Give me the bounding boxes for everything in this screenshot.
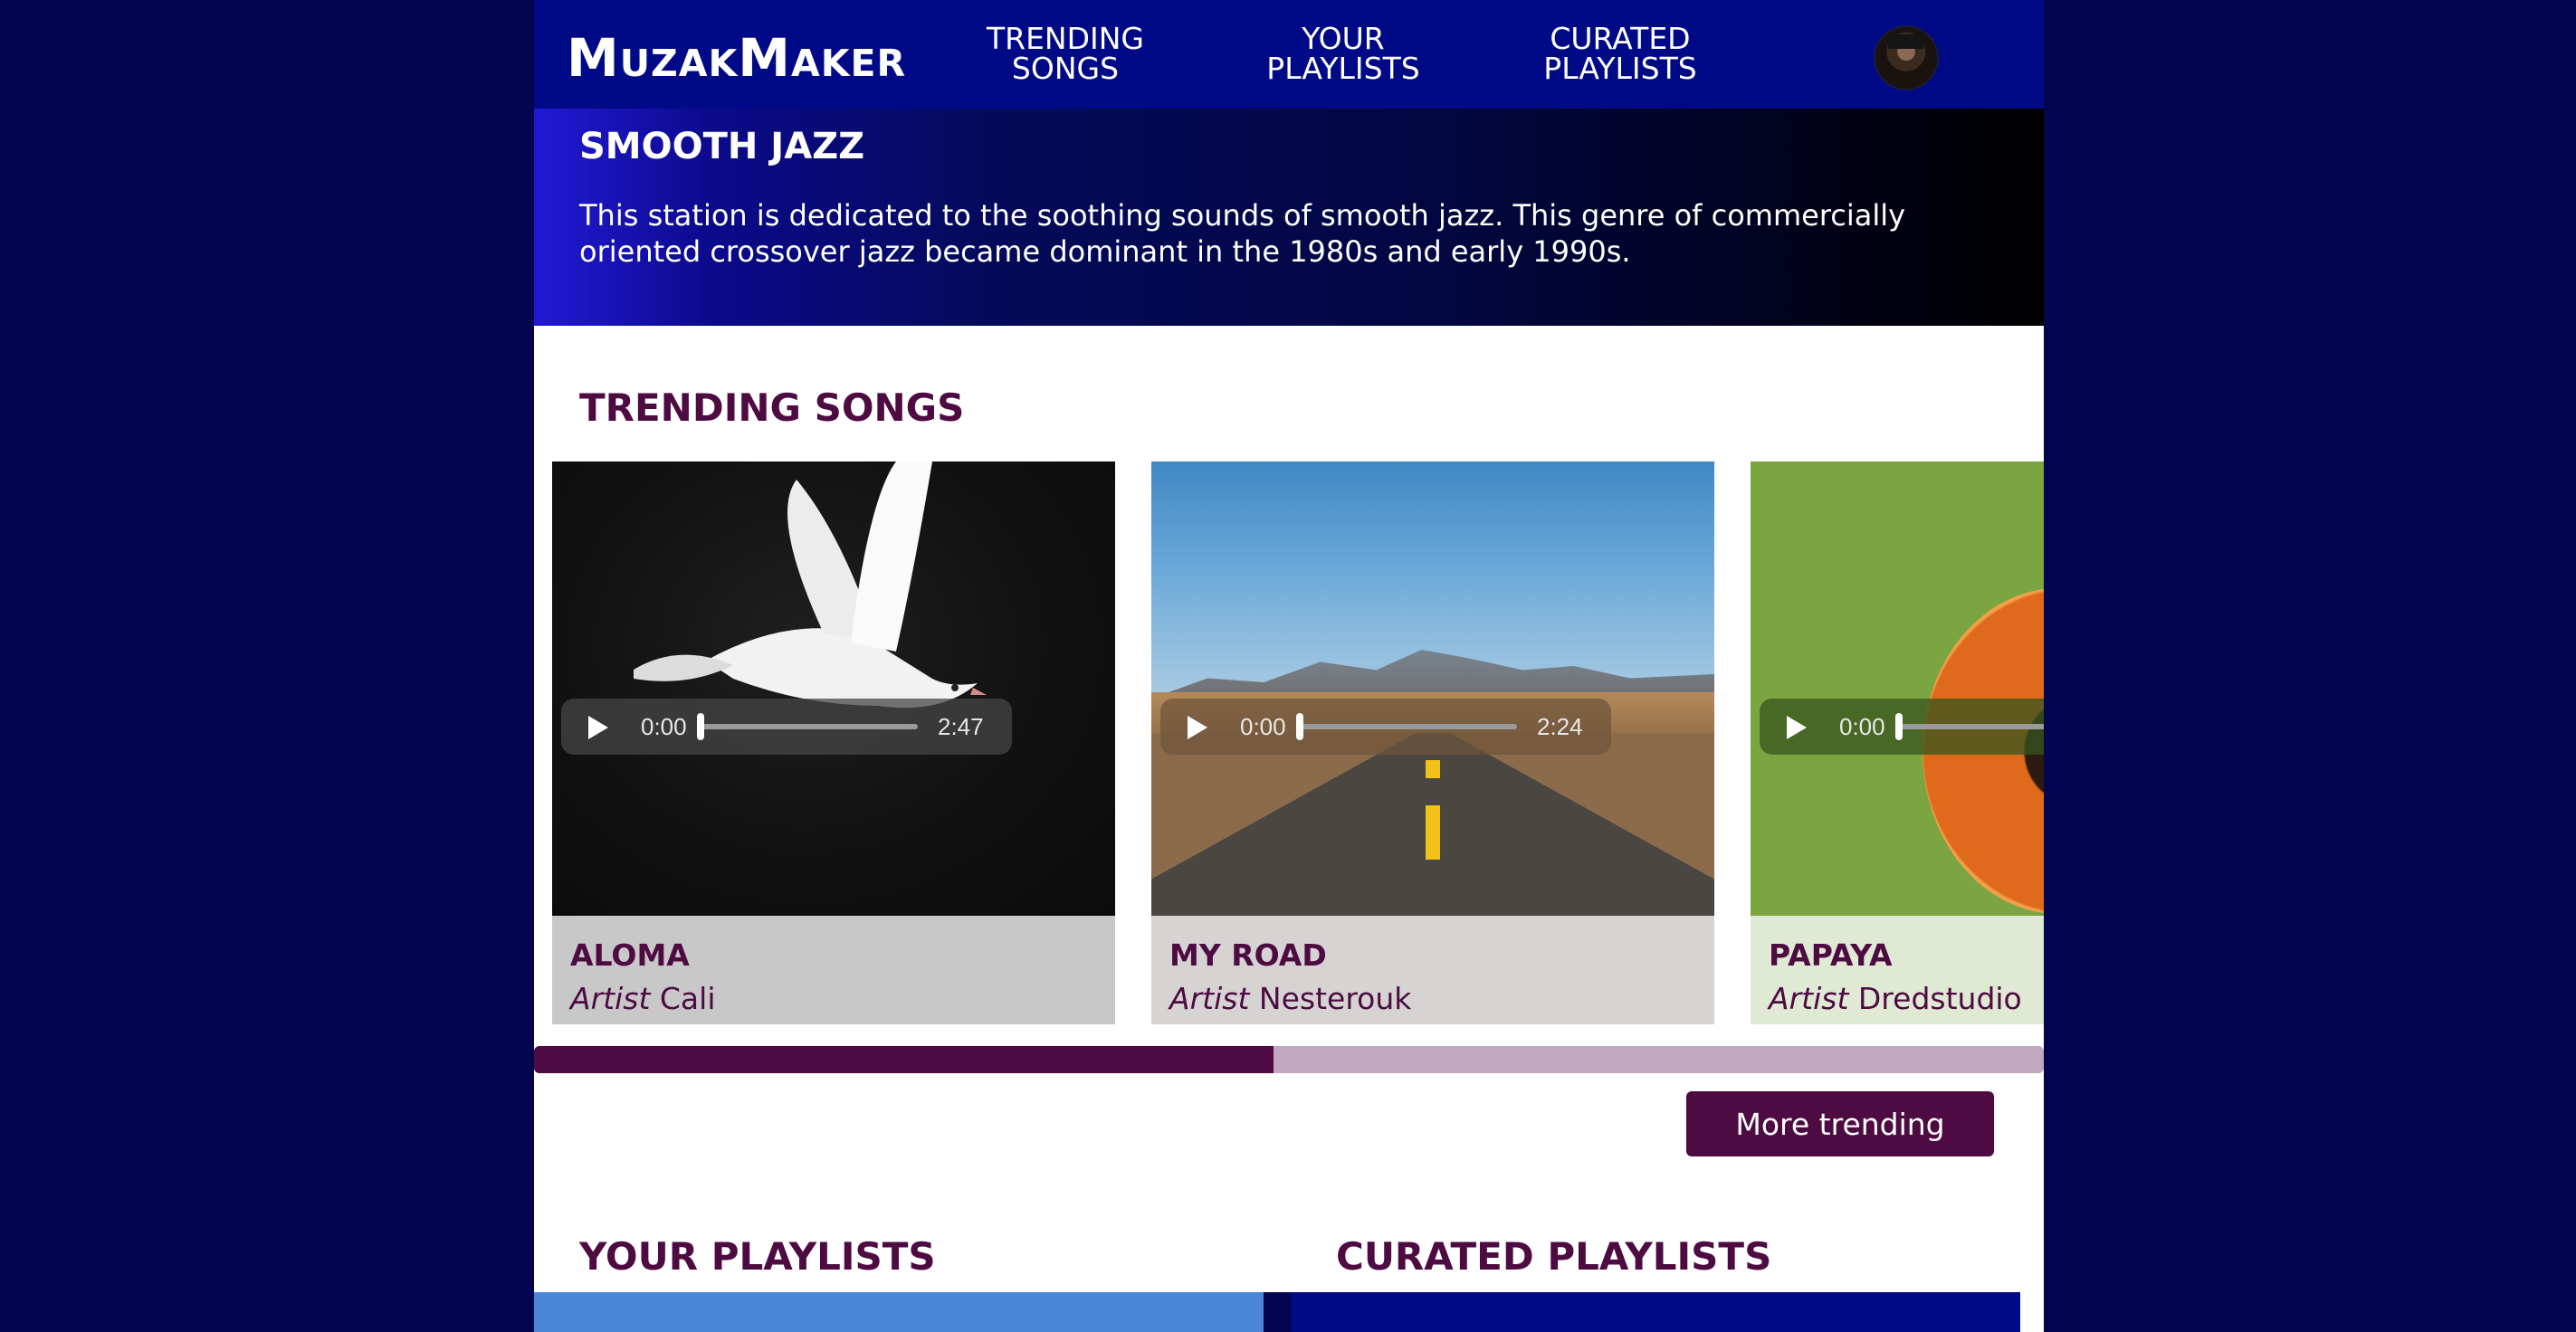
audio-current-time: 0:00	[1240, 713, 1286, 740]
nav-label-line2: SONGS	[1011, 51, 1120, 86]
song-title[interactable]: ALOMA	[570, 937, 690, 973]
divider	[1264, 1292, 1291, 1332]
curated-playlists-title: CURATED PLAYLISTS	[1336, 1234, 1772, 1279]
lane-marking	[1426, 805, 1440, 860]
nav-label-line1: YOUR	[1302, 21, 1385, 56]
top-header: MuzakMaker TRENDING SONGS YOUR PLAYLISTS…	[534, 0, 2044, 116]
audio-scrubber[interactable]	[701, 724, 918, 729]
carousel-scrollbar[interactable]	[534, 1046, 2044, 1073]
trending-carousel[interactable]: 0:00 2:47 ALOMA Artist Cali 0:00 2:24 MY…	[534, 461, 2044, 1024]
song-artist: Artist Dredstudio	[1769, 981, 2022, 1016]
lane-marking	[1426, 760, 1440, 778]
artist-label: Artist	[1169, 981, 1250, 1016]
audio-player[interactable]: 0:00 2:24	[1160, 699, 1611, 755]
audio-scrubber[interactable]	[1300, 724, 1517, 729]
your-playlists-title: YOUR PLAYLISTS	[579, 1234, 936, 1279]
song-title[interactable]: MY ROAD	[1169, 937, 1327, 973]
dove-image	[634, 461, 987, 709]
more-trending-button[interactable]: More trending	[1686, 1091, 1994, 1156]
nav-label-line1: CURATED	[1550, 21, 1691, 56]
artist-name[interactable]: Nesterouk	[1259, 981, 1411, 1016]
audio-player[interactable]: 0:00	[1760, 699, 2044, 755]
song-info: PAPAYA Artist Dredstudio	[1751, 916, 2044, 1024]
nav-label-line2: PLAYLISTS	[1266, 51, 1420, 86]
song-cover-image: 0:00 2:24	[1151, 461, 1714, 916]
artist-name[interactable]: Dredstudio	[1858, 981, 2022, 1016]
audio-scrubber[interactable]	[1899, 724, 2044, 729]
song-artist: Artist Nesterouk	[1169, 981, 1411, 1016]
station-hero: SMOOTH JAZZ This station is dedicated to…	[534, 109, 2044, 326]
nav-your-playlists[interactable]: YOUR PLAYLISTS	[1226, 24, 1461, 83]
audio-scrubber-handle[interactable]	[1895, 713, 1903, 740]
app-logo[interactable]: MuzakMaker	[567, 25, 906, 90]
song-info: ALOMA Artist Cali	[552, 916, 1115, 1024]
nav-label-line1: TRENDING	[986, 21, 1145, 56]
song-artist: Artist Cali	[570, 981, 716, 1016]
artist-label: Artist	[1769, 981, 1849, 1016]
artist-label: Artist	[570, 981, 651, 1016]
user-avatar[interactable]	[1874, 25, 1939, 90]
play-icon[interactable]	[588, 716, 608, 739]
app-container: MuzakMaker TRENDING SONGS YOUR PLAYLISTS…	[534, 0, 2044, 1332]
nav-label-line2: PLAYLISTS	[1543, 51, 1697, 86]
song-cover-image: 0:00	[1751, 461, 2044, 916]
play-icon[interactable]	[1787, 716, 1807, 739]
song-cover-image: 0:00 2:47	[552, 461, 1115, 916]
carousel-scrollbar-thumb[interactable]	[534, 1046, 1274, 1073]
audio-duration: 2:47	[938, 713, 984, 740]
song-card[interactable]: 0:00 PAPAYA Artist Dredstudio	[1751, 461, 2044, 1024]
song-card[interactable]: 0:00 2:47 ALOMA Artist Cali	[552, 461, 1115, 1024]
curated-playlists-preview[interactable]	[1291, 1292, 2020, 1332]
your-playlists-preview[interactable]	[534, 1292, 1264, 1332]
artist-name[interactable]: Cali	[660, 981, 716, 1016]
station-title: SMOOTH JAZZ	[579, 126, 865, 167]
trending-section-title: TRENDING SONGS	[579, 385, 965, 430]
play-icon[interactable]	[1188, 716, 1207, 739]
nav-curated-playlists[interactable]: CURATED PLAYLISTS	[1503, 24, 1738, 83]
nav-trending-songs[interactable]: TRENDING SONGS	[948, 24, 1183, 83]
audio-player[interactable]: 0:00 2:47	[561, 699, 1012, 755]
audio-current-time: 0:00	[641, 713, 687, 740]
song-info: MY ROAD Artist Nesterouk	[1151, 916, 1714, 1024]
audio-current-time: 0:00	[1839, 713, 1885, 740]
audio-scrubber-handle[interactable]	[1296, 713, 1303, 740]
station-description: This station is dedicated to the soothin…	[579, 198, 1906, 269]
audio-scrubber-handle[interactable]	[697, 713, 704, 740]
audio-duration: 2:24	[1537, 713, 1583, 740]
song-title[interactable]: PAPAYA	[1769, 937, 1893, 973]
song-card[interactable]: 0:00 2:24 MY ROAD Artist Nesterouk	[1151, 461, 1714, 1024]
